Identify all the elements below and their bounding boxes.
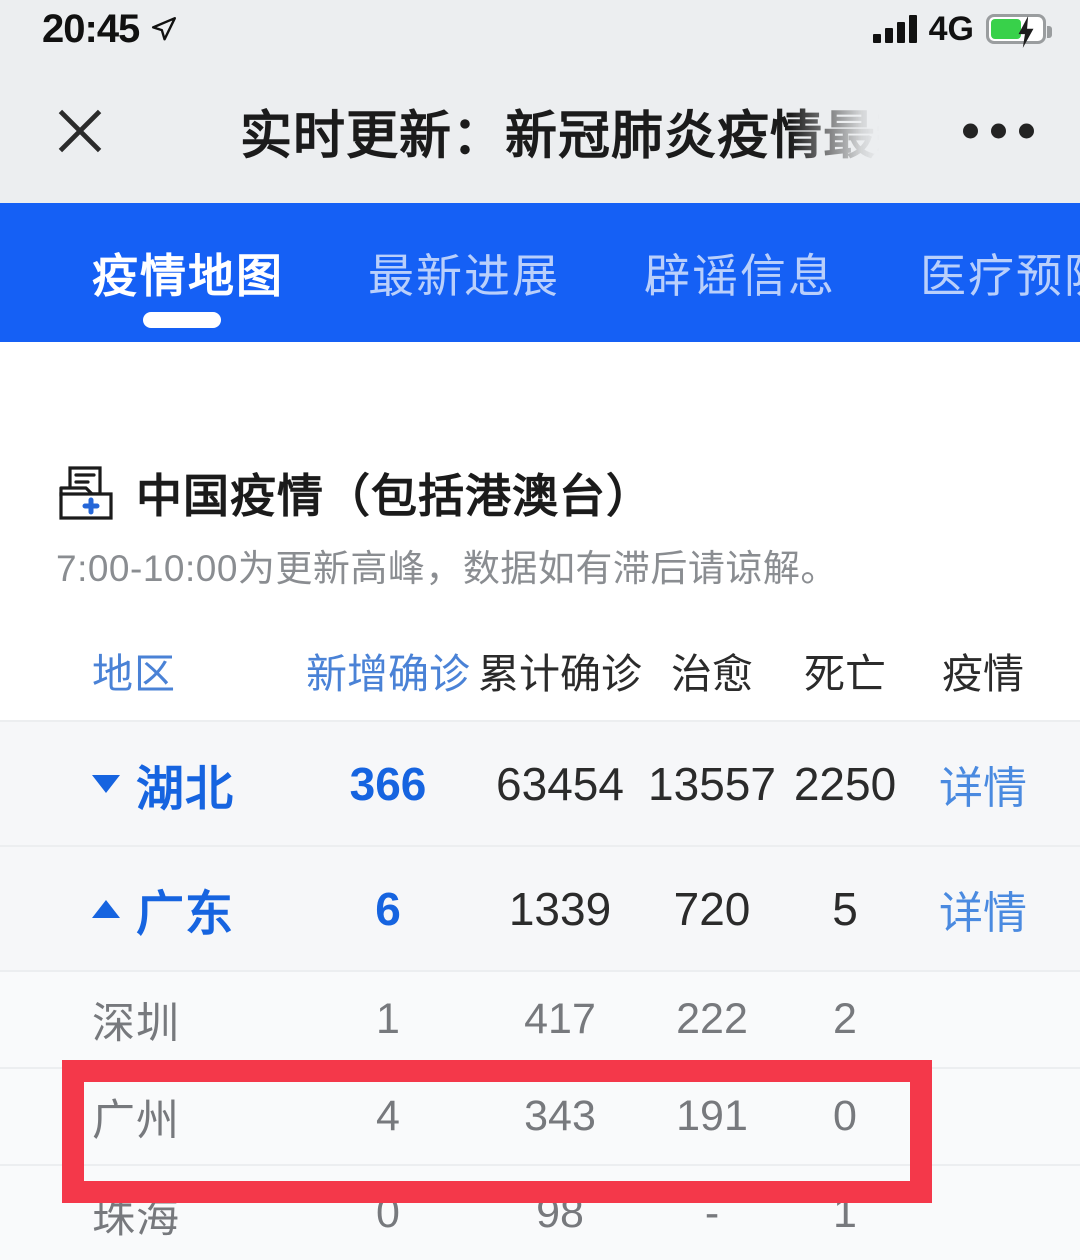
cell-cured: 13557 — [648, 757, 776, 810]
cell-cured: 720 — [673, 882, 751, 935]
network-type-label: 4G — [928, 10, 974, 48]
header-region[interactable]: 地区 — [92, 640, 176, 700]
detail-link[interactable]: 详情 — [939, 877, 1027, 941]
tab-medical-prevention[interactable]: 医疗预防 — [920, 240, 1080, 306]
header-epidemic[interactable]: 疫情 — [942, 640, 1024, 700]
tab-epidemic-map[interactable]: 疫情地图 — [92, 240, 284, 306]
section-title: 中国疫情（包括港澳台） — [136, 470, 653, 522]
header-new-confirmed[interactable]: 新增确诊 — [306, 640, 470, 700]
table-row[interactable]: 湖北 366 63454 13557 2250 详情 — [0, 720, 1080, 845]
cell-deaths: 2250 — [793, 757, 897, 810]
battery-charging-icon — [986, 14, 1052, 48]
location-arrow-icon — [152, 16, 177, 41]
status-bar: 20:45 4G — [0, 0, 1080, 58]
chevron-up-icon[interactable] — [92, 899, 120, 918]
table-header-row: 地区 新增确诊 累计确诊 治愈 死亡 疫情 — [0, 620, 1080, 720]
highlight-annotation-box — [62, 1060, 932, 1203]
chevron-down-icon[interactable] — [92, 774, 120, 793]
city-label: 深圳 — [92, 999, 180, 1048]
section-subtitle: 7:00-10:00为更新高峰，数据如有滞后请谅解。 — [56, 548, 838, 589]
phone-screen: 20:45 4G 实时更新：新冠肺炎疫情最新 疫情地图 最新进展 辟谣信息 医疗… — [0, 0, 1080, 1260]
cell-deaths: 2 — [833, 995, 857, 1043]
tab-bar: 疫情地图 最新进展 辟谣信息 医疗预防 — [0, 203, 1080, 342]
cell-new-confirmed: 366 — [349, 757, 427, 810]
signal-bars-icon — [872, 15, 917, 43]
cell-total-confirmed: 63454 — [496, 757, 624, 810]
status-time: 20:45 — [42, 7, 140, 51]
header-cured[interactable]: 治愈 — [671, 640, 753, 700]
cell-total-confirmed: 1339 — [508, 882, 612, 935]
table-row[interactable]: 深圳 1 417 222 2 — [0, 970, 1080, 1067]
section-header: 中国疫情（包括港澳台） — [56, 460, 653, 526]
more-dots-icon[interactable] — [963, 123, 1034, 138]
tab-active-indicator — [143, 312, 221, 328]
cell-cured: 222 — [676, 995, 748, 1043]
title-bar: 实时更新：新冠肺炎疫情最新 — [0, 58, 1080, 203]
row-region-cell[interactable]: 广东 — [92, 874, 234, 944]
cell-deaths: 5 — [832, 882, 858, 935]
region-label: 广东 — [136, 887, 235, 941]
status-bar-right: 4G — [872, 10, 1052, 48]
medical-folder-icon — [59, 466, 113, 520]
detail-link[interactable]: 详情 — [939, 752, 1027, 816]
tab-latest-progress[interactable]: 最新进展 — [368, 240, 560, 306]
header-deaths[interactable]: 死亡 — [804, 640, 886, 700]
row-region-cell[interactable]: 湖北 — [92, 749, 234, 819]
cell-total-confirmed: 417 — [524, 995, 596, 1043]
status-bar-left: 20:45 — [42, 9, 177, 49]
table-row[interactable]: 广东 6 1339 720 5 详情 — [0, 845, 1080, 970]
page-title: 实时更新：新冠肺炎疫情最新 — [240, 107, 880, 165]
close-x-icon[interactable] — [52, 103, 108, 159]
cell-new-confirmed: 1 — [376, 995, 400, 1043]
region-label: 湖北 — [136, 762, 235, 816]
header-total-confirmed[interactable]: 累计确诊 — [478, 640, 642, 700]
tab-rumor-refutation[interactable]: 辟谣信息 — [644, 240, 836, 306]
cell-new-confirmed: 6 — [375, 882, 401, 935]
